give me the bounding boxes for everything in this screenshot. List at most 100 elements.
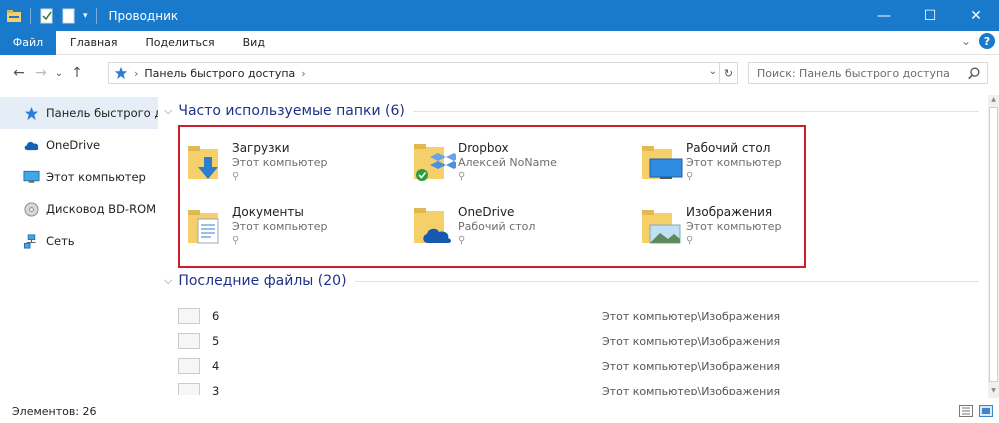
recent-file-row[interactable]: 6 Этот компьютер\Изображения [178,305,978,327]
scroll-up-arrow-icon[interactable]: ▲ [988,96,999,106]
scrollbar-thumb[interactable] [989,107,998,382]
sidebar-item-this-pc[interactable]: Этот компьютер [0,161,158,193]
quick-access-toolbar: ▾ [6,7,99,24]
recent-file-row[interactable]: 4 Этот компьютер\Изображения [178,355,978,377]
details-view-icon[interactable] [959,405,973,420]
maximize-button[interactable]: ☐ [907,0,953,31]
file-thumbnail [178,383,200,395]
sidebar-item-quick-access[interactable]: Панель быстрого доступа [0,97,158,129]
file-thumbnail [178,358,200,374]
folder-name: Dropbox [458,141,509,155]
desktop-folder-icon [640,139,684,183]
tab-share[interactable]: Поделиться [132,31,229,55]
tab-home[interactable]: Главная [56,31,132,55]
view-switcher [959,405,993,420]
breadcrumb-separator[interactable]: › [134,67,138,80]
up-button[interactable]: ↑ [66,62,88,84]
minimize-button[interactable]: — [861,0,907,31]
address-bar[interactable]: › Панель быстрого доступа › ⌄ ↻ [108,62,738,84]
onedrive-folder-icon [412,203,456,247]
toolbar-separator [30,7,31,24]
collapse-chevron-icon[interactable]: ⌵ [164,104,172,118]
folder-location: Этот компьютер [686,220,782,233]
folder-location: Рабочий стол [458,220,536,233]
downloads-folder-icon [186,139,230,183]
close-button[interactable]: ✕ [953,0,999,31]
explorer-folder-icon[interactable] [6,8,22,24]
star-icon [22,105,40,121]
file-path: Этот компьютер\Изображения [602,359,781,373]
tab-view[interactable]: Вид [229,31,279,55]
tab-file[interactable]: Файл [0,30,56,55]
sidebar-item-label: Панель быстрого доступа [46,106,158,120]
search-icon[interactable] [967,66,981,83]
search-box[interactable] [748,62,988,84]
navigation-pane: Панель быстрого доступа OneDrive Этот ко… [0,95,158,395]
refresh-button[interactable]: ↻ [719,63,737,83]
file-name: 5 [212,334,220,348]
address-dropdown-chevron-icon[interactable]: ⌄ [709,66,717,77]
folder-location: Этот компьютер [232,156,328,169]
pin-icon: ⚲ [458,171,466,182]
quick-access-star-icon [114,66,128,80]
ribbon-tabs: Файл Главная Поделиться Вид ⌄ ? [0,30,999,55]
status-bar: Элементов: 26 [0,400,999,423]
sidebar-item-network[interactable]: Сеть [0,225,158,257]
folder-tile-downloads[interactable]: Загрузки Этот компьютер ⚲ [180,131,400,185]
sidebar-item-label: Дисковод BD-ROM ( [46,202,158,216]
toolbar-separator [95,7,97,24]
file-path: Этот компьютер\Изображения [602,384,781,396]
network-icon [22,233,40,249]
frequent-folders-header[interactable]: ⌵ Часто используемые папки (6) [164,103,979,119]
title-bar: ▾ Проводник — ☐ ✕ [0,0,999,31]
folder-name: Документы [232,205,304,219]
new-folder-icon[interactable] [61,8,77,24]
pictures-folder-icon [640,203,684,247]
folder-tile-onedrive[interactable]: OneDrive Рабочий стол ⚲ [406,195,626,249]
pin-icon: ⚲ [686,235,694,246]
frequent-folders-title: Часто используемые папки (6) [178,103,405,119]
collapse-chevron-icon[interactable]: ⌵ [164,274,172,288]
forward-button[interactable]: → [30,62,52,84]
cloud-icon [22,137,40,153]
recent-files-header[interactable]: ⌵ Последние файлы (20) [164,273,979,289]
folder-name: Загрузки [232,141,290,155]
customize-toolbar-chevron-icon[interactable]: ▾ [83,11,88,21]
folder-name: Рабочий стол [686,141,771,155]
properties-icon[interactable] [39,8,55,24]
folder-location: Этот компьютер [686,156,782,169]
ribbon-right-controls: ⌄ ? [961,33,995,49]
frequent-folders-highlight: Загрузки Этот компьютер ⚲ Dropbox Алексе… [178,125,806,268]
folder-location: Этот компьютер [232,220,328,233]
disc-icon [22,201,40,217]
folder-tile-documents[interactable]: Документы Этот компьютер ⚲ [180,195,400,249]
file-path: Этот компьютер\Изображения [602,309,781,323]
help-button[interactable]: ? [979,33,995,49]
pin-icon: ⚲ [232,235,240,246]
folder-tile-dropbox[interactable]: Dropbox Алексей NoName ⚲ [406,131,626,185]
recent-locations-chevron-icon[interactable]: ⌄ [52,62,66,84]
window-title: Проводник [108,8,179,23]
item-count: Элементов: 26 [12,405,97,418]
scroll-down-arrow-icon[interactable]: ▼ [988,387,999,397]
sidebar-item-bd-rom[interactable]: Дисковод BD-ROM ( [0,193,158,225]
breadcrumb[interactable]: Панель быстрого доступа [144,67,295,80]
recent-file-row[interactable]: 5 Этот компьютер\Изображения [178,330,978,352]
documents-folder-icon [186,203,230,247]
back-button[interactable]: ← [8,62,30,84]
expand-ribbon-chevron-icon[interactable]: ⌄ [961,34,971,48]
file-thumbnail [178,333,200,349]
vertical-scrollbar[interactable]: ▲ ▼ [988,95,999,398]
breadcrumb-separator[interactable]: › [301,67,305,80]
sidebar-item-label: OneDrive [46,138,101,152]
file-name: 6 [212,309,220,323]
folder-tile-pictures[interactable]: Изображения Этот компьютер ⚲ [634,195,854,249]
content-pane: ⌵ Часто используемые папки (6) Загрузки … [158,95,988,395]
pin-icon: ⚲ [686,171,694,182]
search-input[interactable] [749,66,959,80]
large-icons-view-icon[interactable] [979,405,993,420]
recent-file-row[interactable]: 3 Этот компьютер\Изображения [178,380,978,395]
sidebar-item-onedrive[interactable]: OneDrive [0,129,158,161]
folder-tile-desktop[interactable]: Рабочий стол Этот компьютер ⚲ [634,131,854,185]
section-divider [412,110,979,112]
